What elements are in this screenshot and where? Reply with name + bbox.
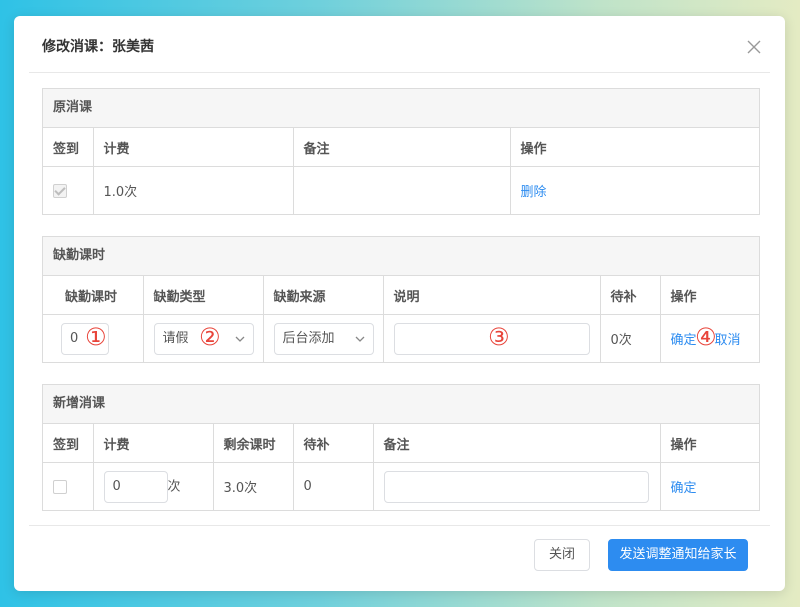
col-header-fee: 计费: [93, 424, 214, 463]
col-header-note: 备注: [293, 128, 511, 167]
checkin-cell: [43, 462, 94, 510]
col-header-checkin: 签到: [43, 424, 94, 463]
absence-hours-input[interactable]: 0: [61, 322, 109, 355]
absence-type-value: 请假: [162, 330, 189, 346]
fee-input[interactable]: 0: [103, 470, 168, 503]
confirm-link[interactable]: 确定: [671, 333, 697, 348]
fee-cell: 0次: [93, 462, 214, 510]
absence-type-cell: 请假: [143, 314, 264, 362]
modal-header: 修改消课：张美茜: [29, 16, 770, 73]
close-icon[interactable]: [747, 40, 761, 54]
table-row: 1.0次 删除: [43, 166, 759, 215]
pending-cell: 0: [293, 462, 374, 510]
col-header-action: 操作: [510, 128, 759, 167]
original-panel-title: 原消课: [43, 89, 759, 128]
checkin-checkbox-disabled: [53, 183, 67, 198]
added-panel-title: 新增消课: [43, 385, 759, 424]
col-header-fee: 计费: [93, 128, 294, 167]
close-button[interactable]: 关闭: [534, 539, 590, 571]
note-input[interactable]: [383, 470, 649, 503]
pending-cell: 0次: [600, 314, 661, 362]
description-input[interactable]: [393, 322, 590, 355]
description-cell: [383, 314, 601, 362]
action-cell: 确定 取消: [660, 315, 759, 363]
absence-panel: 缺勤课时 缺勤课时 缺勤类型 缺勤来源 说明 待补 操作 0次 请假: [42, 236, 760, 363]
col-header-pending: 待补: [600, 276, 661, 315]
footer-divider: [29, 525, 770, 526]
added-table: 签到 计费 剩余课时 待补 备注 操作 0次 3.0次 0 确定: [43, 424, 759, 510]
fee-unit: 次: [167, 479, 181, 494]
note-cell: [293, 166, 511, 214]
fee-cell: 1.0次: [93, 166, 294, 214]
chevron-down-icon: [355, 336, 364, 342]
table-row: 0次 3.0次 0 确定: [43, 462, 759, 511]
col-header-absence-type: 缺勤类型: [143, 276, 264, 315]
col-header-action: 操作: [660, 276, 759, 315]
absence-source-value: 后台添加: [282, 330, 335, 346]
confirm-link[interactable]: 确定: [671, 481, 697, 496]
added-attendance-panel: 新增消课 签到 计费 剩余课时 待补 备注 操作 0次 3.0次 0 确定: [42, 384, 760, 511]
action-cell: 删除: [510, 167, 759, 215]
absence-table: 缺勤课时 缺勤类型 缺勤来源 说明 待补 操作 0次 请假: [43, 276, 759, 362]
absence-hours-cell: 0次: [43, 314, 144, 362]
absence-source-select[interactable]: 后台添加: [273, 322, 374, 355]
cancel-link[interactable]: 取消: [715, 333, 741, 348]
send-notification-button[interactable]: 发送调整通知给家长: [608, 539, 748, 571]
original-attendance-panel: 原消课 签到 计费 备注 操作 1.0次 删除: [42, 88, 760, 215]
edit-attendance-modal: 修改消课：张美茜 原消课 签到 计费 备注 操作 1.0次 删除 缺勤课时 缺勤…: [14, 16, 785, 591]
absence-type-select[interactable]: 请假: [153, 322, 254, 355]
col-header-note: 备注: [373, 424, 661, 463]
chevron-down-icon: [235, 336, 244, 342]
col-header-description: 说明: [383, 276, 601, 315]
action-cell: 确定: [660, 463, 759, 511]
col-header-action: 操作: [660, 424, 759, 463]
col-header-checkin: 签到: [43, 128, 94, 167]
note-cell: [373, 462, 661, 510]
col-header-absence-hours: 缺勤课时: [43, 276, 144, 315]
remaining-cell: 3.0次: [213, 462, 294, 510]
table-header-row: 缺勤课时 缺勤类型 缺勤来源 说明 待补 操作: [43, 276, 759, 315]
table-row: 0次 请假 后台添加 0次: [43, 314, 759, 363]
modal-title: 修改消课：张美茜: [42, 39, 154, 55]
absence-panel-title: 缺勤课时: [43, 237, 759, 276]
table-header-row: 签到 计费 备注 操作: [43, 128, 759, 167]
original-table: 签到 计费 备注 操作 1.0次 删除: [43, 128, 759, 214]
checkin-cell: [43, 166, 94, 214]
col-header-remaining: 剩余课时: [213, 424, 294, 463]
col-header-pending: 待补: [293, 424, 374, 463]
col-header-absence-source: 缺勤来源: [263, 276, 384, 315]
table-header-row: 签到 计费 剩余课时 待补 备注 操作: [43, 424, 759, 463]
absence-source-cell: 后台添加: [263, 314, 384, 362]
checkin-checkbox[interactable]: [53, 479, 67, 494]
delete-link[interactable]: 删除: [521, 185, 547, 200]
